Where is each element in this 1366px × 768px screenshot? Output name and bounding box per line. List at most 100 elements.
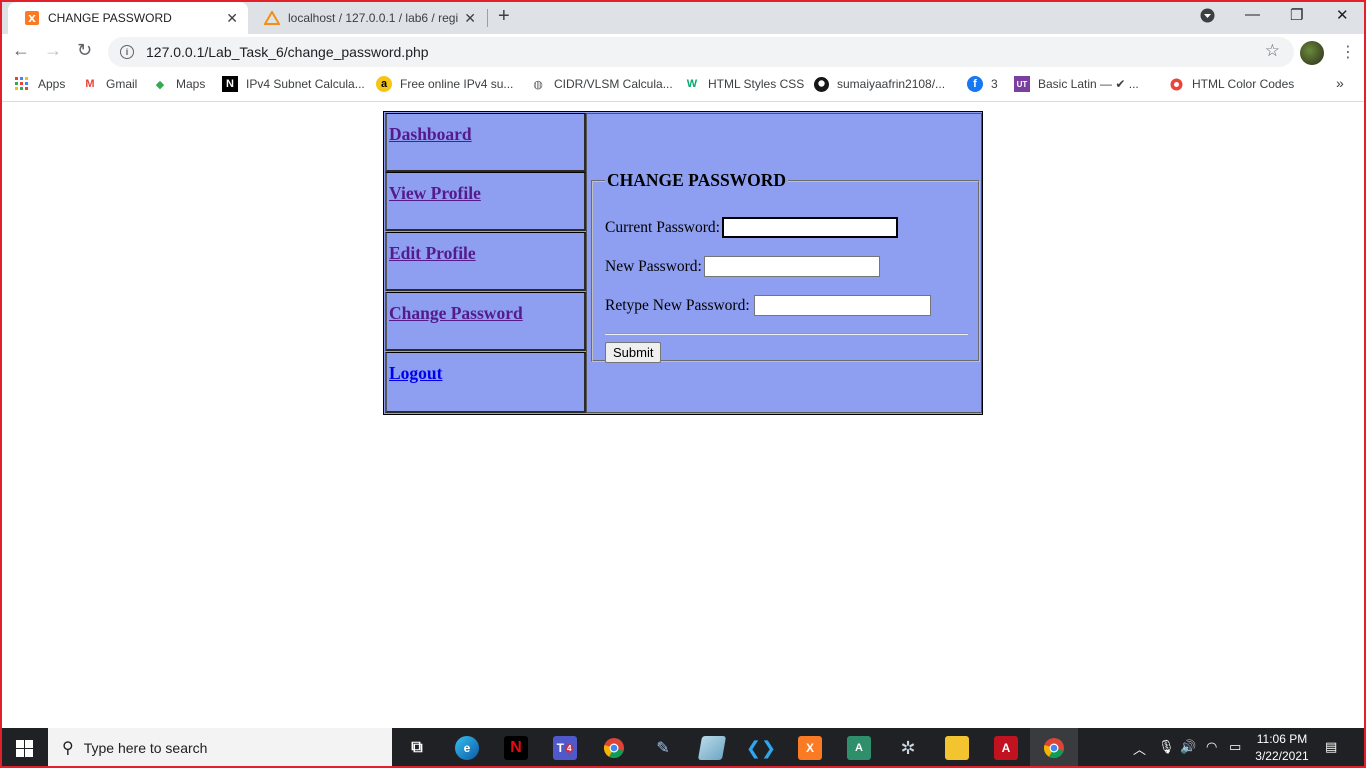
retype-password-input[interactable] xyxy=(753,295,931,316)
menu-kebab-icon[interactable]: ⋮ xyxy=(1340,42,1356,62)
paint-icon[interactable]: ✎ xyxy=(651,736,675,760)
tray-chevron-icon[interactable]: ︿ xyxy=(1133,739,1146,758)
view-profile-link[interactable]: View Profile xyxy=(389,183,481,204)
bookmark-facebook[interactable]: f 3 xyxy=(967,76,998,92)
acrobat-icon[interactable]: A xyxy=(994,736,1018,760)
tab-separator xyxy=(487,9,488,27)
new-password-input[interactable] xyxy=(703,256,880,277)
clock[interactable]: 11:06 PM 3/22/2021 xyxy=(1252,731,1312,765)
sidebar-item-dashboard: Dashboard xyxy=(385,113,586,172)
bookmark-free-ipv4[interactable]: a Free online IPv4 su... xyxy=(376,76,513,92)
change-password-fieldset: CHANGE PASSWORD Current Password: New Pa… xyxy=(591,170,980,363)
taskbar-search[interactable]: ⚲ Type here to search xyxy=(48,728,392,768)
tab-change-password[interactable]: X CHANGE PASSWORD ✕ xyxy=(8,2,248,34)
maps-icon: ◆ xyxy=(155,78,165,91)
bookmark-label: Gmail xyxy=(106,77,138,91)
chrome-icon[interactable] xyxy=(602,736,626,760)
site-info-icon[interactable]: i xyxy=(120,45,134,59)
new-tab-icon[interactable]: + xyxy=(498,5,510,28)
address-bar[interactable]: i 127.0.0.1/Lab_Task_6/change_password.p… xyxy=(108,37,1294,67)
current-password-input[interactable] xyxy=(721,217,898,238)
microphone-icon[interactable]: 🎙 xyxy=(1158,739,1175,755)
browser-toolbar: ← → ↻ i 127.0.0.1/Lab_Task_6/change_pass… xyxy=(0,34,1366,70)
reload-icon[interactable]: ↻ xyxy=(77,40,92,61)
svg-text:X: X xyxy=(28,14,36,25)
minimize-icon[interactable]: — xyxy=(1245,6,1260,23)
network-tool-icon[interactable]: ✲ xyxy=(896,736,920,760)
profile-dropdown-icon[interactable] xyxy=(1200,8,1215,27)
packet-tracer-icon[interactable]: A xyxy=(847,736,871,760)
task-view-icon[interactable]: ⧉ xyxy=(405,736,429,760)
close-tab-icon[interactable]: ✕ xyxy=(226,10,238,27)
phpmyadmin-icon xyxy=(264,10,280,26)
bookmark-html-styles[interactable]: W HTML Styles CSS xyxy=(684,76,804,92)
layout-table: Dashboard View Profile Edit Profile Chan… xyxy=(383,111,983,415)
wifi-icon[interactable]: ◠ xyxy=(1206,739,1217,755)
xampp-taskbar-icon[interactable]: X xyxy=(798,736,822,760)
bookmark-apps[interactable]: Apps xyxy=(14,76,65,92)
start-button[interactable] xyxy=(0,728,48,768)
xampp-icon: X xyxy=(24,10,40,26)
logout-link[interactable]: Logout xyxy=(389,363,442,384)
dashboard-link[interactable]: Dashboard xyxy=(389,124,472,145)
sidebar-nav: Dashboard View Profile Edit Profile Chan… xyxy=(385,113,586,413)
facebook-icon: f xyxy=(967,76,983,92)
bookmark-star-icon[interactable]: ☆ xyxy=(1265,41,1280,61)
submit-button[interactable]: Submit xyxy=(605,342,662,363)
teams-icon[interactable]: T4 xyxy=(553,736,577,760)
avatar[interactable] xyxy=(1300,41,1324,65)
volume-icon[interactable]: 🔊 xyxy=(1180,739,1196,755)
bookmark-label: HTML Styles CSS xyxy=(708,77,805,91)
restore-icon[interactable]: ❐ xyxy=(1290,6,1303,24)
bookmark-maps[interactable]: ◆ Maps xyxy=(152,76,206,92)
edit-profile-link[interactable]: Edit Profile xyxy=(389,243,476,264)
bookmark-label: CIDR/VLSM Calcula... xyxy=(554,77,673,91)
forward-icon[interactable]: → xyxy=(44,40,62,61)
search-placeholder: Type here to search xyxy=(83,740,208,756)
windows-taskbar: ⚲ Type here to search ⧉ e N T4 ✎ ❮❯ X A … xyxy=(0,728,1366,768)
clock-time: 11:06 PM xyxy=(1256,732,1308,746)
bookmark-html-color-codes[interactable]: HTML Color Codes xyxy=(1168,76,1294,92)
bookmark-github[interactable]: sumaiyaafrin2108/... xyxy=(813,76,945,92)
amazon-icon: a xyxy=(376,76,392,92)
sidebar-item-view-profile: View Profile xyxy=(385,172,586,231)
url-text: 127.0.0.1/Lab_Task_6/change_password.php xyxy=(146,44,429,60)
tab-phpmyadmin[interactable]: localhost / 127.0.0.1 / lab6 / regis ✕ xyxy=(248,2,486,34)
change-password-link[interactable]: Change Password xyxy=(389,303,523,324)
page-content: Dashboard View Profile Edit Profile Chan… xyxy=(0,103,1366,728)
more-bookmarks-icon[interactable]: » xyxy=(1336,75,1344,91)
bookmark-gmail[interactable]: M Gmail xyxy=(82,76,137,92)
tab-strip: X CHANGE PASSWORD ✕ localhost / 127.0.0.… xyxy=(0,0,1366,34)
notifications-icon[interactable]: ▤ xyxy=(1325,739,1337,755)
teams-badge: 4 xyxy=(564,743,574,753)
sidebar-item-logout: Logout xyxy=(385,352,586,413)
windows-logo-icon xyxy=(15,739,33,757)
main-cell: CHANGE PASSWORD Current Password: New Pa… xyxy=(586,113,982,413)
battery-icon[interactable]: ▭ xyxy=(1229,739,1241,755)
form-divider xyxy=(605,333,968,335)
bookmark-label: IPv4 Subnet Calcula... xyxy=(246,77,365,91)
retype-password-row: Retype New Password: xyxy=(605,295,931,316)
close-window-icon[interactable]: ✕ xyxy=(1336,6,1349,24)
bookmark-label: HTML Color Codes xyxy=(1192,77,1295,91)
bookmark-basic-latin[interactable]: UT Basic Latin — ✔ ... xyxy=(1014,76,1139,92)
notion-icon: N xyxy=(222,76,238,92)
retype-password-label: Retype New Password: xyxy=(605,296,750,314)
back-icon[interactable]: ← xyxy=(12,40,30,61)
current-password-label: Current Password: xyxy=(605,218,720,236)
edge-icon[interactable]: e xyxy=(455,736,479,760)
chrome-active-icon[interactable] xyxy=(1042,736,1066,760)
bookmark-ipv4-subnet[interactable]: N IPv4 Subnet Calcula... xyxy=(222,76,365,92)
clock-date: 3/22/2021 xyxy=(1255,749,1309,763)
bookmarks-bar: Apps M Gmail ◆ Maps N IPv4 Subnet Calcul… xyxy=(0,70,1366,102)
gmail-icon: M xyxy=(85,78,95,90)
file-explorer-icon[interactable] xyxy=(945,736,969,760)
close-tab-icon[interactable]: ✕ xyxy=(464,10,476,27)
bookmark-cidr[interactable]: ◍ CIDR/VLSM Calcula... xyxy=(530,76,673,92)
bookmark-label: Apps xyxy=(38,77,66,91)
notes-app-icon[interactable] xyxy=(697,736,727,760)
vscode-icon[interactable]: ❮❯ xyxy=(746,736,776,760)
color-icon xyxy=(1168,76,1184,92)
netflix-icon[interactable]: N xyxy=(504,736,528,760)
apps-grid-icon xyxy=(14,76,30,92)
